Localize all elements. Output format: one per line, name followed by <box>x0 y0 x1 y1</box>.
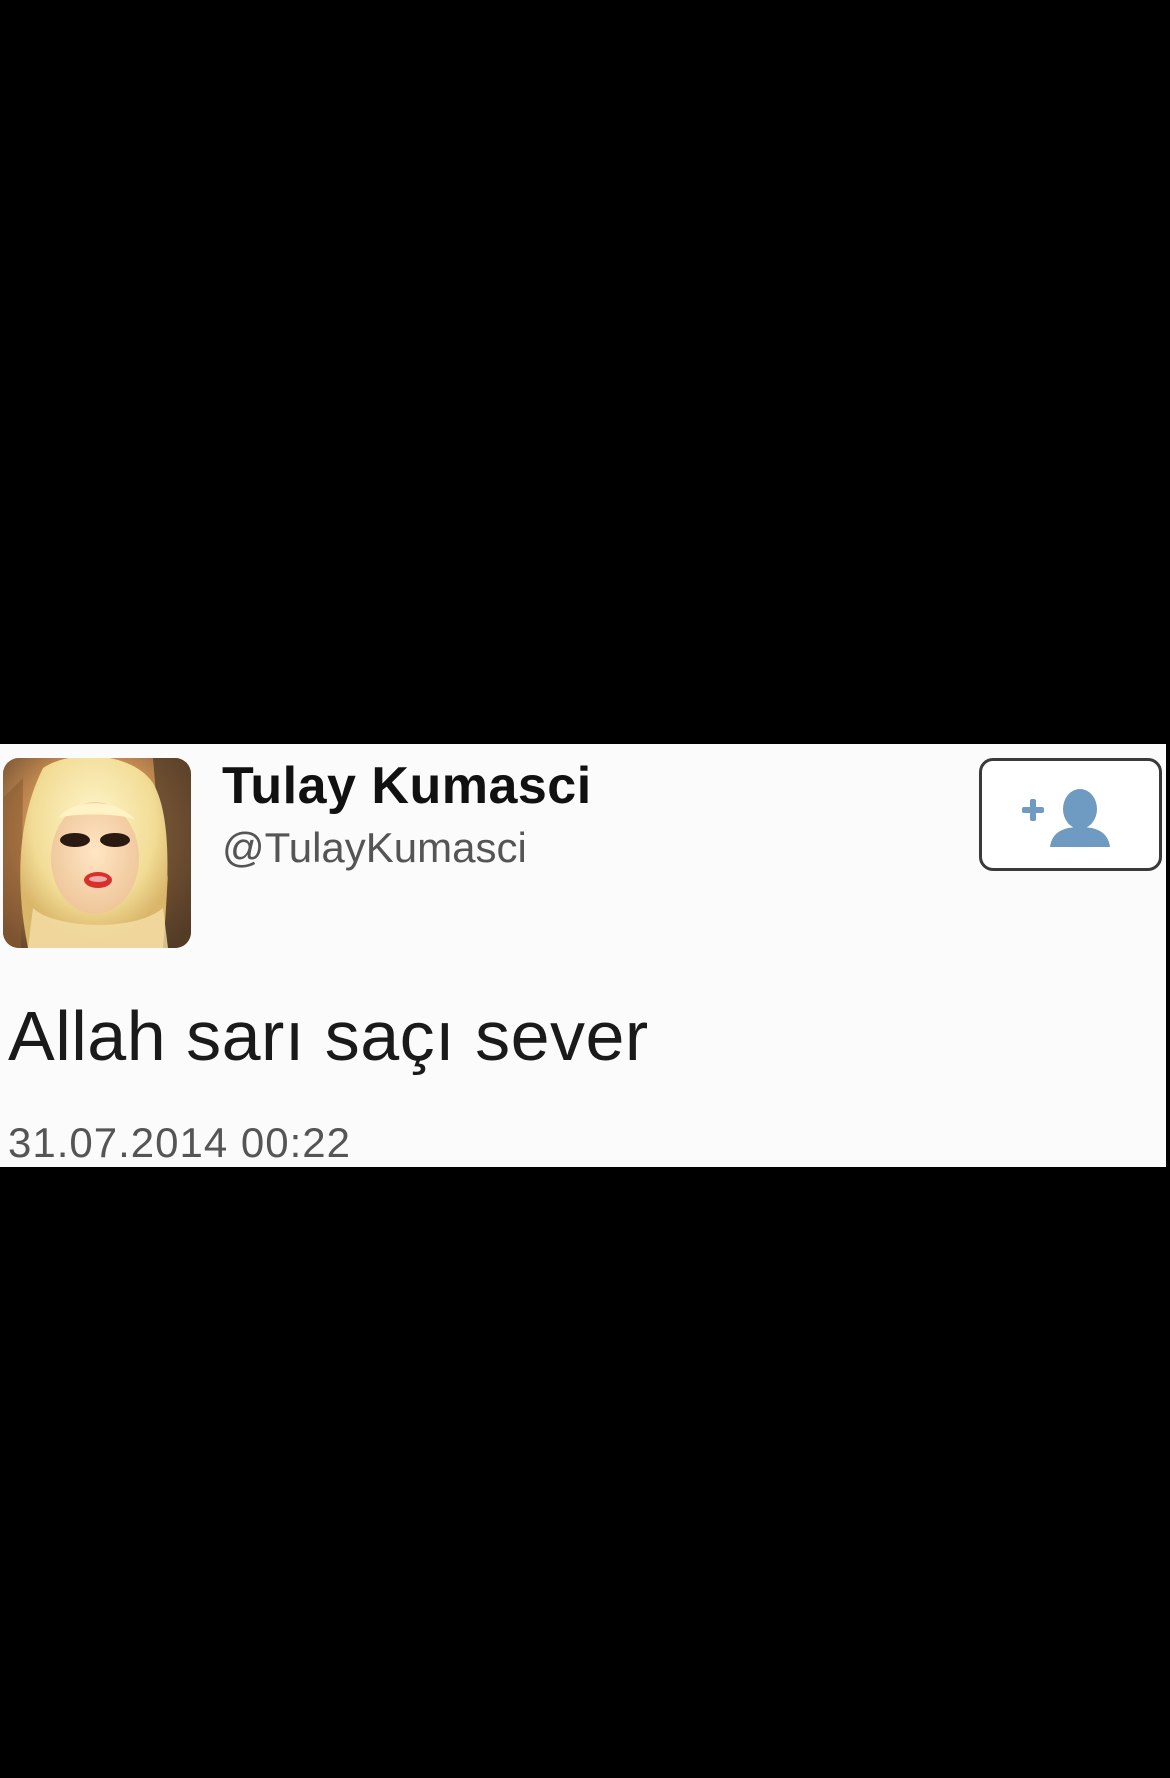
follow-button[interactable] <box>979 758 1162 871</box>
display-name[interactable]: Tulay Kumasci <box>222 756 592 816</box>
tweet-timestamp[interactable]: 31.07.2014 00:22 <box>8 1119 351 1167</box>
avatar-image <box>3 758 191 948</box>
avatar[interactable] <box>3 758 191 948</box>
tweet-text: Allah sarı saçı sever <box>8 997 649 1075</box>
add-user-icon <box>1022 789 1110 847</box>
user-handle[interactable]: @TulayKumasci <box>222 824 527 872</box>
tweet-card: Tulay Kumasci @TulayKumasci Allah sarı s… <box>0 744 1166 1167</box>
